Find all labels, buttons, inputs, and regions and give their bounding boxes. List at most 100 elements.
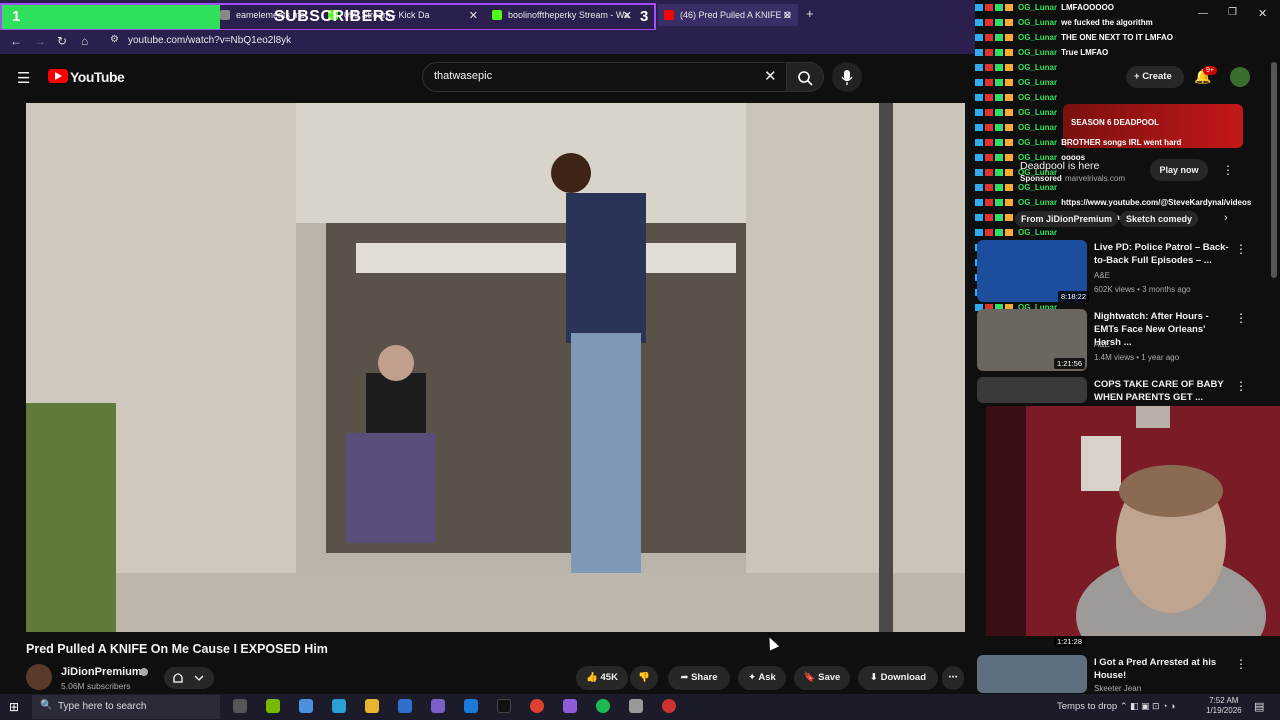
- chat-text: we fucked the algorithm: [1061, 18, 1153, 27]
- related-video-thumbnail[interactable]: [977, 655, 1087, 693]
- home-icon[interactable]: ⌂: [81, 34, 88, 48]
- youtube-logo-text[interactable]: YouTube: [70, 69, 125, 85]
- ask-button[interactable]: ✦ Ask: [738, 666, 786, 690]
- chat-username: OG_Lunar: [1018, 93, 1058, 102]
- back-icon[interactable]: ←: [10, 34, 22, 48]
- chat-username: OG_Lunar: [1018, 123, 1058, 132]
- chat-message: OG_Lunar we fucked the algorithm: [975, 18, 1153, 33]
- app-icon[interactable]: [563, 699, 577, 713]
- webcam-frame: [986, 406, 1280, 636]
- related-video-title[interactable]: COPS TAKE CARE OF BABY WHEN PARENTS GET …: [1094, 378, 1234, 404]
- thumbs-up-icon: 👍: [586, 672, 601, 683]
- clear-search-icon[interactable]: ✕: [764, 67, 777, 85]
- channel-name[interactable]: JiDionPremium: [61, 666, 142, 678]
- sub-goal-target: 3: [640, 8, 649, 25]
- task-view-icon[interactable]: [233, 699, 247, 713]
- chat-badges-icon: [975, 169, 1016, 177]
- chat-username: OG_Lunar: [1018, 18, 1058, 27]
- more-options-icon[interactable]: ⋮: [1235, 379, 1247, 393]
- app-icon[interactable]: [431, 699, 445, 713]
- download-button[interactable]: ⬇ Download: [858, 666, 938, 690]
- url-field[interactable]: youtube.com/watch?v=NbQ1eo2l8yk: [128, 35, 291, 46]
- chat-username: OG_Lunar: [1018, 108, 1058, 117]
- search-input-value[interactable]: thatwasepic: [434, 70, 492, 82]
- app-icon[interactable]: [299, 699, 313, 713]
- app-icon[interactable]: [464, 699, 478, 713]
- chat-badges-icon: [975, 109, 1016, 117]
- taskbar-search-placeholder: Type here to search: [58, 701, 147, 712]
- close-icon[interactable]: ✕: [783, 9, 792, 22]
- search-button[interactable]: [786, 62, 824, 92]
- store-icon[interactable]: [398, 699, 412, 713]
- related-video-channel[interactable]: A&E: [1094, 340, 1110, 349]
- app-icon[interactable]: [629, 699, 643, 713]
- related-video-title[interactable]: Live PD: Police Patrol – Back-to-Back Fu…: [1094, 241, 1234, 267]
- related-video-channel[interactable]: Skeeter Jean: [1094, 684, 1141, 693]
- share-button[interactable]: ➦ Share: [668, 666, 730, 690]
- sparkle-icon: ✦: [748, 672, 759, 683]
- share-label: Share: [691, 672, 718, 683]
- like-button[interactable]: 👍 45K: [576, 666, 628, 690]
- chip-sketch-comedy[interactable]: Sketch comedy: [1120, 211, 1199, 227]
- minimize-icon[interactable]: —: [1198, 8, 1208, 19]
- chat-text: oooos: [1061, 153, 1086, 162]
- site-info-icon[interactable]: ⚙: [110, 34, 119, 45]
- chat-username: OG_Lunar: [1018, 153, 1058, 162]
- chat-text: BROTHER songs IRL went hard: [1061, 138, 1182, 147]
- chat-message: OG_Lunar THE ONE NEXT TO IT LMFAO: [975, 33, 1173, 48]
- spotify-icon[interactable]: [596, 699, 610, 713]
- download-icon: ⬇: [870, 672, 881, 683]
- system-tray-icons[interactable]: ⌃ ◧ ▣ ⊡ ◔ ◑: [1120, 701, 1175, 712]
- chat-badges-icon: [975, 4, 1016, 12]
- more-options-icon[interactable]: ⋮: [1235, 242, 1247, 256]
- browser-tab-active[interactable]: (46) Pred Pulled A KNIFE O ✕: [658, 4, 798, 26]
- new-tab-button[interactable]: +: [806, 6, 814, 21]
- reload-icon[interactable]: ↻: [57, 34, 67, 48]
- chat-text: https://www.youtube.com/@SteveKardynal/v…: [1061, 198, 1252, 207]
- edge-icon[interactable]: [332, 699, 346, 713]
- related-video-title[interactable]: Nightwatch: After Hours - EMTs Face New …: [1094, 310, 1234, 349]
- notification-center-icon[interactable]: ▤: [1254, 700, 1264, 713]
- chat-message: OG_Lunar BROTHER songs IRL went hard: [975, 138, 1181, 153]
- video-player[interactable]: [26, 103, 965, 632]
- menu-icon[interactable]: ☰: [17, 69, 30, 87]
- windows-start-icon[interactable]: ⊞: [9, 700, 19, 714]
- maximize-icon[interactable]: ❐: [1228, 7, 1237, 18]
- chevron-right-icon[interactable]: ›: [1224, 212, 1228, 224]
- close-window-icon[interactable]: ✕: [1258, 7, 1267, 20]
- chat-text: LMFAOOOOO: [1061, 3, 1115, 12]
- mouse-cursor: [764, 635, 780, 651]
- chat-badges-icon: [975, 124, 1016, 132]
- share-icon: ➦: [680, 672, 692, 683]
- ask-label: Ask: [758, 672, 776, 683]
- related-video-meta: 1.4M views • 1 year ago: [1094, 353, 1180, 362]
- file-explorer-icon[interactable]: [365, 699, 379, 713]
- download-label: Download: [880, 672, 926, 683]
- chat-username: OG_Lunar: [1018, 33, 1058, 42]
- weather-text[interactable]: Temps to drop: [1057, 701, 1117, 712]
- related-video-channel[interactable]: A&E: [1094, 271, 1110, 280]
- chat-message: OG_Lunar: [975, 78, 1061, 93]
- tiktok-icon[interactable]: [497, 699, 511, 713]
- chat-badges-icon: [975, 64, 1016, 72]
- chrome-icon[interactable]: [530, 699, 544, 713]
- notification-bell-button[interactable]: [164, 667, 214, 689]
- chat-message: OG_Lunar oooos: [975, 153, 1085, 168]
- clock[interactable]: 7:52 AM 1/19/2026: [1206, 696, 1242, 716]
- nvidia-icon[interactable]: [266, 699, 280, 713]
- obs-icon[interactable]: [662, 699, 676, 713]
- search-icon: [798, 71, 813, 86]
- save-button[interactable]: 🔖 Save: [794, 666, 850, 690]
- voice-search-button[interactable]: [832, 62, 862, 92]
- channel-avatar[interactable]: [26, 664, 52, 690]
- related-video-title[interactable]: I Got a Pred Arrested at his House!: [1094, 656, 1234, 682]
- video-duration: 8:18:22: [1058, 291, 1090, 302]
- dislike-button[interactable]: 👎: [630, 666, 658, 690]
- more-options-icon[interactable]: ⋮: [1235, 657, 1247, 671]
- more-options-icon[interactable]: ⋮: [1235, 311, 1247, 325]
- more-actions-button[interactable]: ⋯: [942, 666, 964, 690]
- chat-username: OG_Lunar: [1018, 63, 1058, 72]
- forward-icon[interactable]: →: [34, 34, 46, 48]
- chip-from-channel[interactable]: From JiDionPremium: [1015, 211, 1119, 227]
- related-video-thumbnail[interactable]: [977, 377, 1087, 403]
